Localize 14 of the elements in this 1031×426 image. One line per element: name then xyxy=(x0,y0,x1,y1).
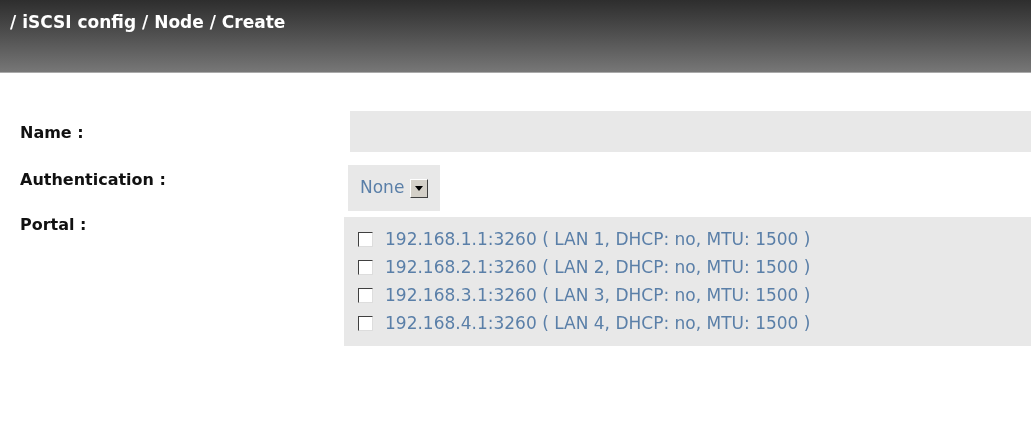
authentication-dropdown[interactable]: None xyxy=(348,165,441,211)
checkbox[interactable] xyxy=(358,259,373,275)
checkbox[interactable] xyxy=(358,287,373,303)
field-label: Name : xyxy=(20,122,85,144)
field-label: Authentication : xyxy=(20,169,167,191)
checkbox[interactable] xyxy=(358,315,373,331)
portal-option-label: 192.168.3.1:3260 ( LAN 3, DHCP: no, MTU: 1500 ) xyxy=(385,284,811,306)
portal-option-label: 192.168.1.1:3260 ( LAN 1, DHCP: no, MTU: 1500 ) xyxy=(385,228,811,250)
checkbox[interactable] xyxy=(358,231,373,247)
caret-icon xyxy=(410,178,429,198)
portal-option-label: 192.168.2.1:3260 ( LAN 2, DHCP: no, MTU: 1500 ) xyxy=(385,256,811,278)
field-label: Portal : xyxy=(20,214,88,236)
portal-option-label: 192.168.4.1:3260 ( LAN 4, DHCP: no, MTU: 1500 ) xyxy=(385,312,811,334)
page-title: / iSCSI config / Node / Create xyxy=(10,11,286,34)
